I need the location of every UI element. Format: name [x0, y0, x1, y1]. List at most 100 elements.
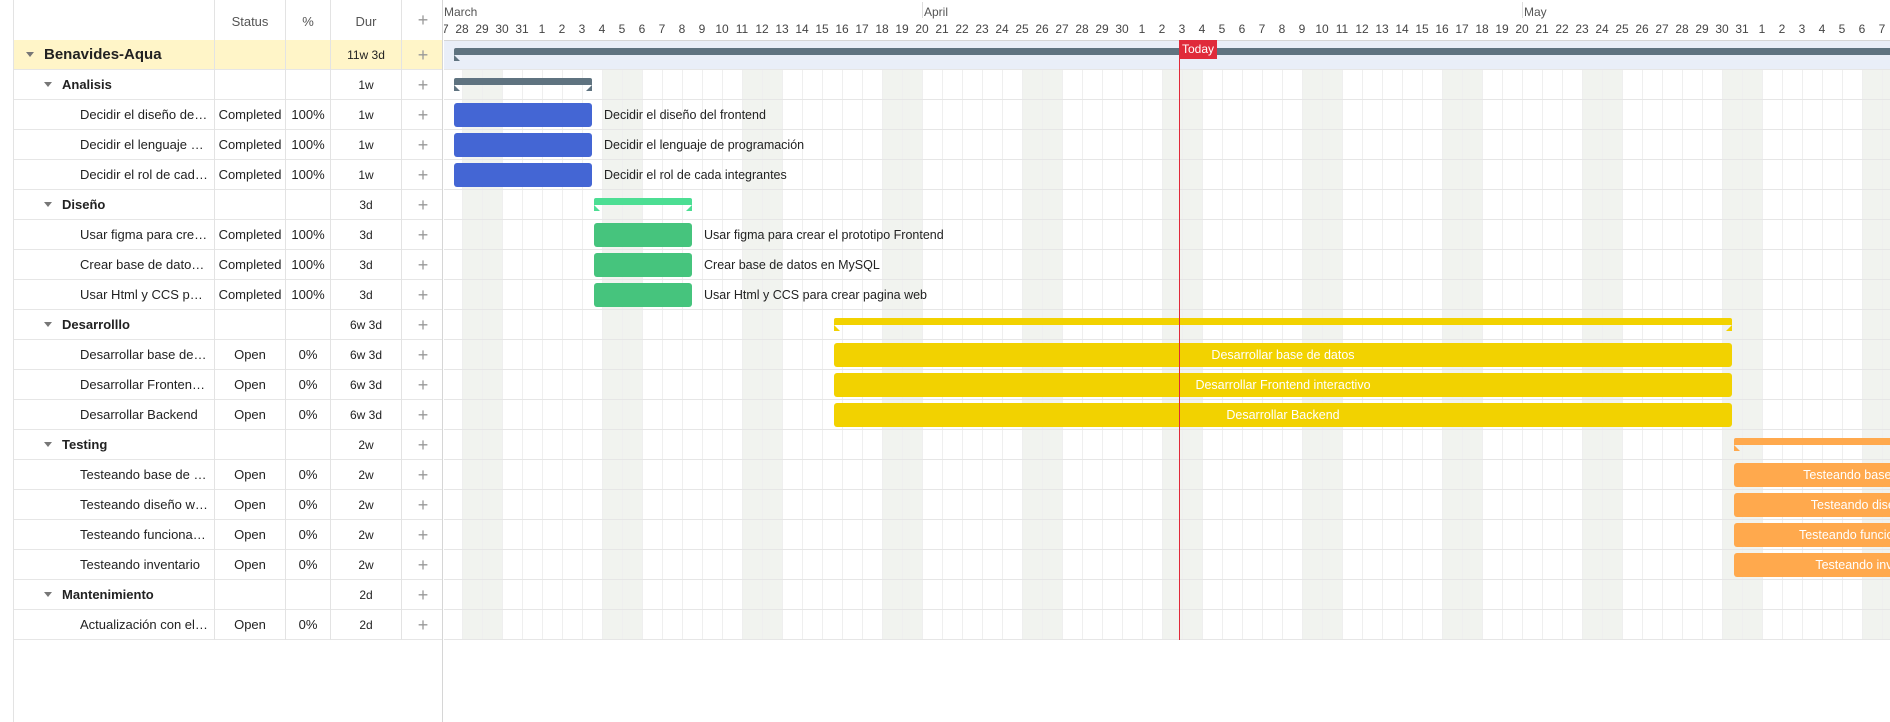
duration-cell[interactable]: 6w 3d — [331, 310, 401, 340]
task-name-cell[interactable]: Decidir el diseño del frontend — [14, 100, 214, 130]
task-name-cell[interactable]: Testeando diseño web — [14, 490, 214, 520]
collapse-caret-icon[interactable] — [44, 322, 52, 328]
timeline-row[interactable]: Desarrollar base de datos — [444, 340, 1890, 370]
phase-summary-bar[interactable] — [1734, 438, 1890, 451]
task-bar[interactable] — [454, 133, 592, 157]
status-cell[interactable] — [215, 190, 285, 220]
task-bar[interactable] — [594, 283, 692, 307]
timeline-row[interactable]: Testeando inventario — [444, 550, 1890, 580]
task-bar[interactable]: Desarrollar base de datos — [834, 343, 1732, 367]
timeline-row[interactable] — [444, 580, 1890, 610]
duration-cell[interactable]: 1w — [331, 160, 401, 190]
percent-cell[interactable]: 100% — [286, 100, 330, 130]
timeline-row[interactable]: Testeando funcionalidades — [444, 520, 1890, 550]
duration-cell[interactable]: 2d — [331, 610, 401, 640]
status-cell[interactable] — [215, 70, 285, 100]
phase-row[interactable]: Testing 2w + — [14, 430, 442, 460]
duration-cell[interactable]: 2d — [331, 580, 401, 610]
phase-summary-bar[interactable] — [454, 78, 592, 91]
add-subtask-button[interactable]: + — [402, 550, 444, 580]
duration-cell[interactable]: 3d — [331, 220, 401, 250]
duration-cell[interactable]: 6w 3d — [331, 400, 401, 430]
task-name-cell[interactable]: Usar Html y CCS para crear pagina web — [14, 280, 214, 310]
timeline-row[interactable] — [444, 190, 1890, 220]
table-row[interactable]: Crear base de datos en MySQLCompleted100… — [14, 250, 442, 280]
duration-cell[interactable]: 2w — [331, 460, 401, 490]
table-row[interactable]: Testeando funcionalidadesOpen0%2w+ — [14, 520, 442, 550]
task-bar[interactable] — [594, 253, 692, 277]
timeline-row[interactable]: Decidir el lenguaje de programación — [444, 130, 1890, 160]
status-cell[interactable] — [215, 40, 285, 70]
task-bar[interactable] — [454, 163, 592, 187]
task-name-cell[interactable]: Crear base de datos en MySQL — [14, 250, 214, 280]
add-subtask-button[interactable]: + — [402, 310, 444, 340]
task-name-cell[interactable]: Decidir el rol de cada integrantes — [14, 160, 214, 190]
table-row[interactable]: Usar figma para crear el prototipo Front… — [14, 220, 442, 250]
status-cell[interactable]: Completed — [215, 160, 285, 190]
task-name-cell[interactable]: Testeando base de datos — [14, 460, 214, 490]
add-subtask-button[interactable]: + — [402, 130, 444, 160]
timeline-row[interactable] — [444, 70, 1890, 100]
status-cell[interactable] — [215, 310, 285, 340]
column-header-status[interactable]: Status — [215, 0, 285, 40]
percent-cell[interactable]: 100% — [286, 160, 330, 190]
duration-cell[interactable]: 2w — [331, 520, 401, 550]
add-subtask-button[interactable]: + — [402, 160, 444, 190]
task-name-cell[interactable]: Testeando inventario — [14, 550, 214, 580]
table-row[interactable]: Desarrollar Backend Open 0% 6w 3d + — [14, 400, 442, 430]
project-row[interactable]: Benavides-Aqua 11w 3d + — [14, 40, 442, 70]
task-name-cell[interactable]: Testing — [14, 430, 214, 460]
percent-cell[interactable]: 0% — [286, 520, 330, 550]
add-column-button[interactable]: + — [402, 0, 444, 40]
duration-cell[interactable]: 3d — [331, 280, 401, 310]
add-subtask-button[interactable]: + — [402, 610, 444, 640]
status-cell[interactable]: Completed — [215, 100, 285, 130]
percent-cell[interactable] — [286, 580, 330, 610]
task-name-cell[interactable]: Desarrollar base de datos — [14, 340, 214, 370]
status-cell[interactable]: Open — [215, 460, 285, 490]
percent-cell[interactable]: 0% — [286, 400, 330, 430]
task-name-cell[interactable]: Analisis — [14, 70, 214, 100]
column-header-duration[interactable]: Dur — [331, 0, 401, 40]
task-bar[interactable]: Testeando inventario — [1734, 553, 1890, 577]
timeline-row[interactable]: Testeando diseño web — [444, 490, 1890, 520]
duration-cell[interactable]: 6w 3d — [331, 370, 401, 400]
timeline-row[interactable]: Testeando base de datos — [444, 460, 1890, 490]
collapse-caret-icon[interactable] — [44, 202, 52, 208]
status-cell[interactable] — [215, 580, 285, 610]
status-cell[interactable]: Completed — [215, 280, 285, 310]
status-cell[interactable] — [215, 430, 285, 460]
status-cell[interactable]: Completed — [215, 130, 285, 160]
collapse-caret-icon[interactable] — [44, 592, 52, 598]
table-row[interactable]: Desarrollar Frontend interactivoOpen0%6w… — [14, 370, 442, 400]
table-row[interactable]: Decidir el diseño del frontendCompleted1… — [14, 100, 442, 130]
percent-cell[interactable] — [286, 40, 330, 70]
table-row[interactable]: Decidir el lenguaje de programaciónCompl… — [14, 130, 442, 160]
add-subtask-button[interactable]: + — [402, 190, 444, 220]
add-subtask-button[interactable]: + — [402, 100, 444, 130]
column-header-percent[interactable]: % — [286, 0, 330, 40]
today-badge[interactable]: Today — [1179, 40, 1218, 59]
duration-cell[interactable]: 3d — [331, 190, 401, 220]
duration-cell[interactable]: 11w 3d — [331, 40, 401, 70]
phase-summary-bar[interactable] — [594, 198, 692, 211]
table-row[interactable]: Actualización con el clienteOpen0%2d+ — [14, 610, 442, 640]
table-row[interactable]: Testeando inventario Open 0% 2w + — [14, 550, 442, 580]
add-subtask-button[interactable]: + — [402, 250, 444, 280]
add-subtask-button[interactable]: + — [402, 430, 444, 460]
add-subtask-button[interactable]: + — [402, 340, 444, 370]
percent-cell[interactable]: 100% — [286, 130, 330, 160]
add-subtask-button[interactable]: + — [402, 580, 444, 610]
gantt-timeline[interactable]: MarchAprilMayJune27282930311234567891011… — [444, 0, 1890, 722]
table-row[interactable]: Decidir el rol de cada integrantesComple… — [14, 160, 442, 190]
add-subtask-button[interactable]: + — [402, 220, 444, 250]
duration-cell[interactable]: 3d — [331, 250, 401, 280]
timeline-row[interactable]: Desarrollar Frontend interactivo — [444, 370, 1890, 400]
timeline-row[interactable]: Usar figma para crear el prototipo Front… — [444, 220, 1890, 250]
duration-cell[interactable]: 1w — [331, 130, 401, 160]
task-name-cell[interactable]: Diseño — [14, 190, 214, 220]
status-cell[interactable]: Open — [215, 400, 285, 430]
collapse-caret-icon[interactable] — [26, 51, 34, 57]
add-subtask-button[interactable]: + — [402, 70, 444, 100]
status-cell[interactable]: Open — [215, 610, 285, 640]
